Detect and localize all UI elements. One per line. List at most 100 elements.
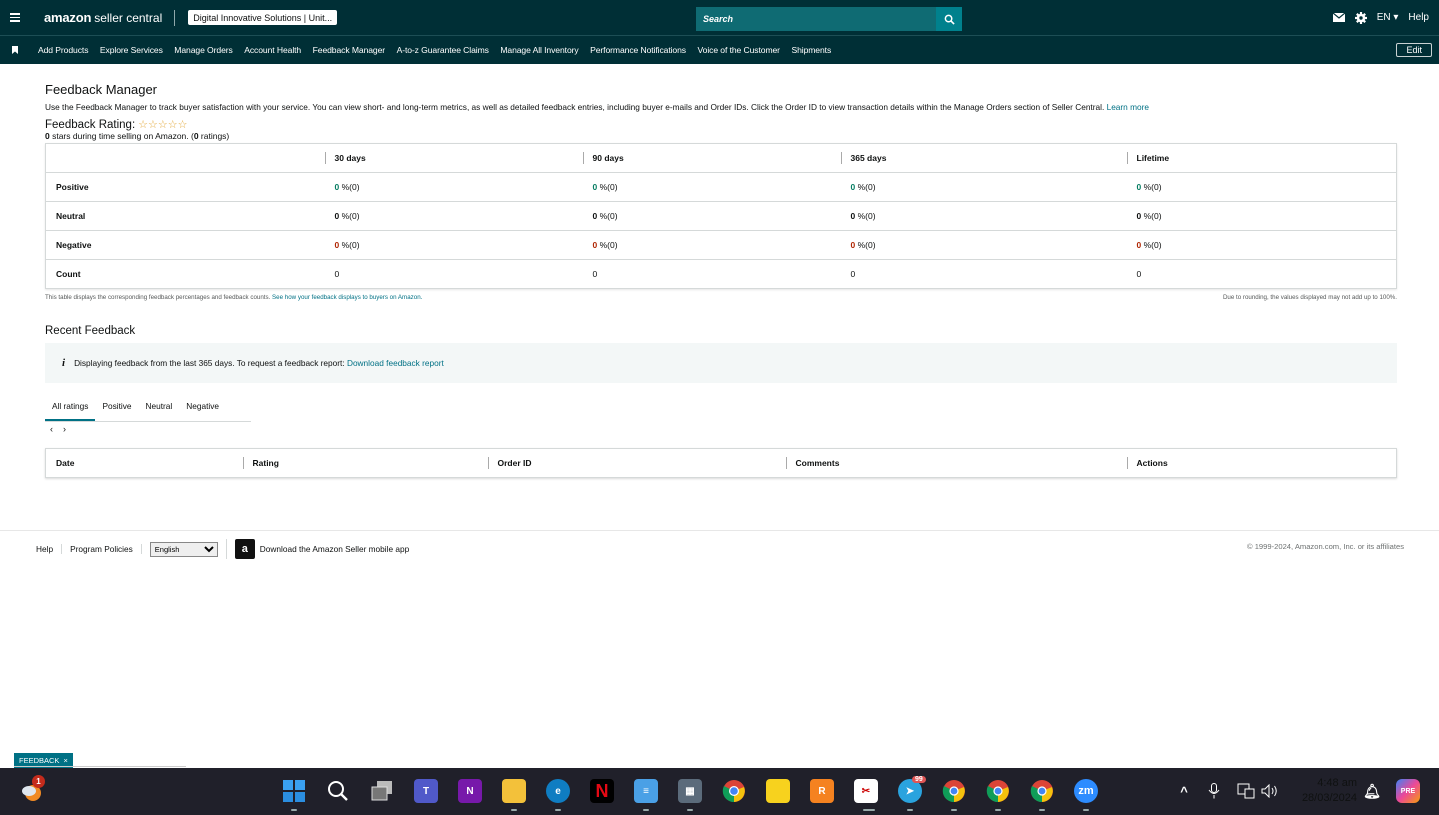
calculator-icon[interactable]: ▦ bbox=[678, 779, 702, 803]
volume-icon[interactable] bbox=[1258, 779, 1282, 803]
page-description: Use the Feedback Manager to track buyer … bbox=[45, 102, 1397, 112]
edit-nav-button[interactable]: Edit bbox=[1396, 43, 1432, 57]
column-header[interactable]: Date bbox=[46, 449, 243, 478]
chrome-profile-3-icon[interactable] bbox=[1030, 779, 1054, 803]
taskbar-indicator bbox=[907, 809, 913, 811]
taskbar-indicator bbox=[291, 809, 297, 811]
rating-tabs: All ratings Positive Neutral Negative bbox=[45, 397, 251, 422]
metric-cell: 0 %(0) bbox=[840, 172, 1127, 202]
search-input[interactable] bbox=[696, 7, 936, 31]
nav-explore-services[interactable]: Explore Services bbox=[100, 45, 163, 55]
zoom-icon[interactable]: zm bbox=[1074, 779, 1098, 803]
ringcentral-icon[interactable]: R bbox=[810, 779, 834, 803]
telegram-badge: 99 bbox=[912, 776, 926, 783]
program-policies-link[interactable]: Program Policies bbox=[70, 544, 142, 554]
logo-seller-central: seller central bbox=[94, 10, 163, 25]
divider bbox=[14, 766, 186, 767]
metric-suffix: %(0) bbox=[855, 182, 876, 192]
metric-cell: 0 %(0) bbox=[1126, 201, 1397, 231]
tab-negative[interactable]: Negative bbox=[179, 397, 226, 421]
snipping-tool-icon[interactable]: ✂ bbox=[854, 779, 878, 803]
nav-add-products[interactable]: Add Products bbox=[38, 45, 89, 55]
chrome-profile-1-icon[interactable] bbox=[942, 779, 966, 803]
copyright: © 1999-2024, Amazon.com, Inc. or its aff… bbox=[1247, 542, 1404, 551]
star-rating-icon: ☆☆☆☆☆ bbox=[138, 119, 188, 131]
teams-icon[interactable]: T bbox=[414, 779, 438, 803]
footer-help-link[interactable]: Help bbox=[36, 544, 63, 554]
mobile-app-link[interactable]: a Download the Amazon Seller mobile app bbox=[225, 539, 409, 559]
nav-feedback-manager[interactable]: Feedback Manager bbox=[313, 45, 386, 55]
copilot-icon[interactable]: PRE bbox=[1396, 779, 1420, 803]
nav-links: Add Products Explore Services Manage Ord… bbox=[38, 45, 843, 55]
column-header: 90 days bbox=[582, 143, 841, 173]
metric-cell: 0 %(0) bbox=[840, 230, 1127, 260]
windows-start-icon[interactable] bbox=[282, 779, 306, 803]
notepad-icon[interactable]: ≡ bbox=[634, 779, 658, 803]
bookmark-nav-bar: Add Products Explore Services Manage Ord… bbox=[0, 35, 1439, 64]
taskbar-indicator bbox=[863, 809, 875, 811]
logo-amazon: amazon bbox=[44, 9, 92, 25]
sticky-notes-icon[interactable] bbox=[766, 779, 790, 803]
telegram-icon[interactable]: ➤ 99 bbox=[898, 776, 926, 803]
tab-neutral[interactable]: Neutral bbox=[139, 397, 180, 421]
download-report-link[interactable]: Download feedback report bbox=[347, 358, 444, 368]
file-explorer-icon[interactable] bbox=[502, 779, 526, 803]
metric-cell: 0 bbox=[840, 259, 1127, 289]
metric-cell: 0 %(0) bbox=[324, 201, 583, 231]
nav-manage-inventory[interactable]: Manage All Inventory bbox=[500, 45, 578, 55]
learn-more-link[interactable]: Learn more bbox=[1107, 102, 1149, 112]
info-alert: i Displaying feedback from the last 365 … bbox=[45, 343, 1397, 383]
nav-voice-of-customer[interactable]: Voice of the Customer bbox=[698, 45, 781, 55]
gear-icon[interactable] bbox=[1354, 11, 1367, 24]
menu-icon[interactable] bbox=[0, 0, 30, 35]
column-header[interactable]: Comments bbox=[785, 449, 1127, 478]
onenote-icon[interactable]: N bbox=[458, 779, 482, 803]
close-icon[interactable]: × bbox=[63, 756, 67, 765]
logo[interactable]: amazon seller central bbox=[44, 9, 176, 26]
mail-icon[interactable] bbox=[1332, 13, 1345, 22]
edge-icon[interactable]: e bbox=[546, 779, 570, 803]
microphone-icon[interactable] bbox=[1202, 779, 1226, 803]
metric-suffix: %(0) bbox=[1141, 240, 1162, 250]
tab-positive[interactable]: Positive bbox=[95, 397, 138, 421]
tab-all-ratings[interactable]: All ratings bbox=[45, 397, 96, 421]
metric-suffix: %(0) bbox=[1141, 211, 1162, 221]
account-switcher[interactable]: Digital Innovative Solutions | Unit... bbox=[188, 10, 338, 25]
metric-value: 0 bbox=[1136, 269, 1142, 279]
notifications-icon[interactable]: 🔔︎ bbox=[1360, 779, 1384, 803]
search-button[interactable] bbox=[936, 7, 962, 31]
metrics-note-left: This table displays the corresponding fe… bbox=[45, 294, 422, 301]
nav-shipments[interactable]: Shipments bbox=[791, 45, 831, 55]
chevron-right-icon[interactable]: › bbox=[63, 424, 66, 434]
nav-a-to-z-claims[interactable]: A-to-z Guarantee Claims bbox=[397, 45, 489, 55]
language-selector[interactable]: EN ▾ bbox=[1377, 12, 1399, 23]
search-icon[interactable] bbox=[326, 779, 350, 803]
info-icon: i bbox=[62, 357, 66, 369]
bookmark-icon[interactable] bbox=[0, 46, 30, 54]
metric-suffix: %(0) bbox=[339, 211, 360, 221]
chrome-icon[interactable] bbox=[722, 779, 746, 803]
recent-feedback-title: Recent Feedback bbox=[45, 325, 136, 337]
column-header[interactable]: Order ID bbox=[487, 449, 786, 478]
chevron-up-icon[interactable]: ^ bbox=[1172, 779, 1196, 803]
system-clock[interactable]: 4:48 am 28/03/2024 bbox=[1302, 776, 1357, 806]
task-view-icon[interactable] bbox=[370, 779, 394, 803]
metric-cell: 0 %(0) bbox=[324, 172, 583, 202]
metric-cell: 0 %(0) bbox=[582, 172, 841, 202]
language-select[interactable]: English bbox=[149, 541, 218, 557]
column-header[interactable]: Rating bbox=[242, 449, 488, 478]
weather-icon[interactable]: 1 bbox=[20, 775, 45, 803]
buyer-view-link[interactable]: See how your feedback displays to buyers… bbox=[272, 294, 422, 301]
nav-performance-notifications[interactable]: Performance Notifications bbox=[590, 45, 686, 55]
feedback-metrics-table: 30 days 90 days 365 days Lifetime Positi… bbox=[45, 143, 1397, 289]
network-icon[interactable] bbox=[1234, 779, 1258, 803]
rating-summary: 0 stars during time selling on Amazon. (… bbox=[45, 131, 1397, 141]
nav-manage-orders[interactable]: Manage Orders bbox=[174, 45, 233, 55]
chevron-left-icon[interactable]: ‹ bbox=[50, 424, 53, 434]
taskbar-indicator bbox=[1039, 809, 1045, 811]
netflix-icon[interactable]: N bbox=[590, 779, 614, 803]
nav-account-health[interactable]: Account Health bbox=[244, 45, 301, 55]
help-link[interactable]: Help bbox=[1408, 12, 1429, 23]
search-box bbox=[696, 7, 962, 31]
chrome-profile-2-icon[interactable] bbox=[986, 779, 1010, 803]
